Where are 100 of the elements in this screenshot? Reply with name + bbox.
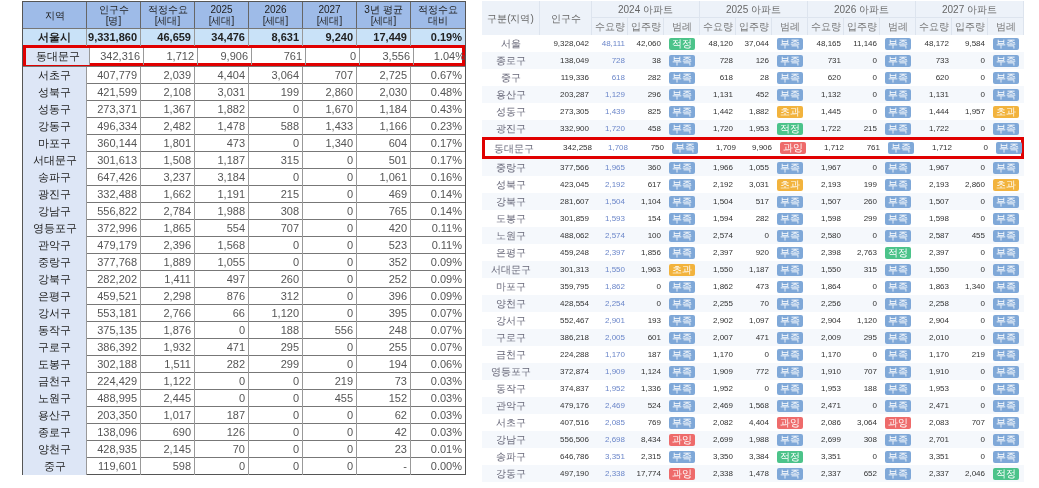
status-badge: 부족	[885, 229, 911, 242]
status-badge: 부족	[993, 161, 1019, 174]
table-cell-text: 0	[979, 365, 986, 378]
table-cell: 종로구	[23, 424, 87, 441]
status-badge: 부족	[669, 105, 695, 118]
table-cell-text: 100	[646, 229, 662, 242]
column-header: 적정수요 대비	[417, 3, 459, 28]
table-cell-text: 48,165	[815, 37, 842, 50]
table-cell-text: 215	[862, 122, 878, 135]
status-badge: 부족	[669, 178, 695, 191]
table-cell-text: 618	[610, 71, 626, 84]
table-cell-text: 1,708	[606, 142, 629, 154]
status-badge: 부족	[669, 450, 695, 463]
table-cell-text: 동작구	[495, 382, 527, 396]
status-badge: 부족	[777, 467, 803, 480]
table-cell-text: 1,594	[711, 212, 734, 225]
table-cell-text: 2,471	[819, 399, 842, 412]
table-cell-text: 224,288	[559, 348, 590, 361]
table-cell-text: 1,882	[747, 105, 770, 118]
table-cell-text: 1,507	[819, 195, 842, 208]
table-cell: 도봉구	[23, 356, 87, 373]
table-cell-text: 1,722	[927, 122, 950, 135]
table-cell-text: 1,439	[603, 105, 626, 118]
table-cell-text: 601	[646, 331, 662, 344]
status-badge: 부족	[885, 365, 911, 378]
status-badge: 적정	[885, 246, 911, 259]
table-cell-text: 0.07%	[429, 306, 463, 321]
table-cell: 동작구	[23, 322, 87, 339]
table-cell-text: 0	[871, 71, 878, 84]
table-cell-text: 193	[646, 314, 662, 327]
table-cell-text: 2,192	[603, 178, 626, 191]
table-cell-text: 0	[979, 88, 986, 101]
table-cell-text: 315	[862, 263, 878, 276]
table-cell-text: 1,963	[639, 263, 662, 276]
status-badge: 부족	[777, 348, 803, 361]
table-cell-text: 1,593	[603, 212, 626, 225]
status-badge: 부족	[669, 246, 695, 259]
status-badge: 부족	[777, 212, 803, 225]
table-cell-text: 1,988	[747, 433, 770, 446]
status-badge: 부족	[885, 433, 911, 446]
table-cell: 119,601	[87, 458, 141, 475]
status-badge: 부족	[885, 297, 911, 310]
table-cell: 761	[252, 48, 306, 65]
status-badge: 부족	[885, 467, 911, 480]
table-cell: 0	[303, 458, 357, 475]
status-badge: 적정	[669, 37, 695, 50]
table-cell-text: 1,863	[927, 280, 950, 293]
table-cell-text: 2,083	[927, 416, 950, 429]
table-cell-text: 11,146	[852, 37, 878, 50]
table-cell-text: 1,104	[639, 195, 662, 208]
table-cell-text: 126	[754, 54, 770, 67]
status-badge: 부족	[777, 297, 803, 310]
table-cell-text: 260	[862, 195, 878, 208]
table-cell-text: 1,910	[927, 365, 950, 378]
table-cell-text: 중구	[500, 71, 522, 85]
status-badge: 부족	[885, 161, 911, 174]
status-badge: 부족	[777, 382, 803, 395]
table-cell-text: 119,336	[559, 71, 590, 84]
table-cell: 용산구	[23, 407, 87, 424]
table-cell-text: 458	[646, 122, 662, 135]
table-cell-text: 70	[759, 297, 770, 310]
table-cell-text: 2,397	[711, 246, 734, 259]
status-badge: 부족	[993, 297, 1019, 310]
table-cell-text: 0.14%	[429, 187, 463, 202]
status-badge: 적정	[993, 467, 1019, 480]
table-cell-text: 761	[865, 142, 881, 154]
status-badge: 초과	[669, 263, 695, 276]
table-cell: 342,316	[90, 48, 144, 65]
status-badge: 부족	[996, 142, 1022, 154]
status-badge: 부족	[777, 229, 803, 242]
table-cell-text: 0.17%	[429, 136, 463, 151]
table-cell-text: 0	[979, 331, 986, 344]
table-cell-text: 0	[871, 54, 878, 67]
status-badge: 부족	[885, 37, 911, 50]
status-badge: 부족	[669, 382, 695, 395]
table-cell-text: 서초구	[495, 416, 527, 430]
status-badge: 부족	[777, 280, 803, 293]
table-cell-text: 은평구	[495, 246, 527, 260]
status-badge: 적정	[777, 122, 803, 135]
status-badge: 과잉	[885, 416, 911, 429]
table-cell: 서초구	[23, 67, 87, 84]
table-cell: 강동구	[23, 118, 87, 135]
table-cell-text: 479,176	[559, 399, 590, 412]
table-cell: 금천구	[23, 373, 87, 390]
table-cell: 강서구	[23, 305, 87, 322]
status-badge: 부족	[885, 399, 911, 412]
status-badge: 부족	[993, 331, 1019, 344]
table-cell: 중랑구	[23, 254, 87, 271]
table-cell-text: 8,434	[639, 433, 662, 446]
status-badge: 부족	[993, 280, 1019, 293]
status-badge: 부족	[993, 37, 1019, 50]
table-cell-text: 2,007	[711, 331, 734, 344]
status-badge: 초과	[777, 178, 803, 191]
table-cell-text: 2,338	[603, 467, 626, 480]
table-cell-text: 620	[934, 71, 950, 84]
table-cell: 강남구	[23, 203, 87, 220]
table-cell-text: 1,478	[747, 467, 770, 480]
table-cell-text: 2,901	[603, 314, 626, 327]
table-cell-text: 2,397	[927, 246, 950, 259]
table-cell-text: 48,111	[600, 37, 626, 50]
